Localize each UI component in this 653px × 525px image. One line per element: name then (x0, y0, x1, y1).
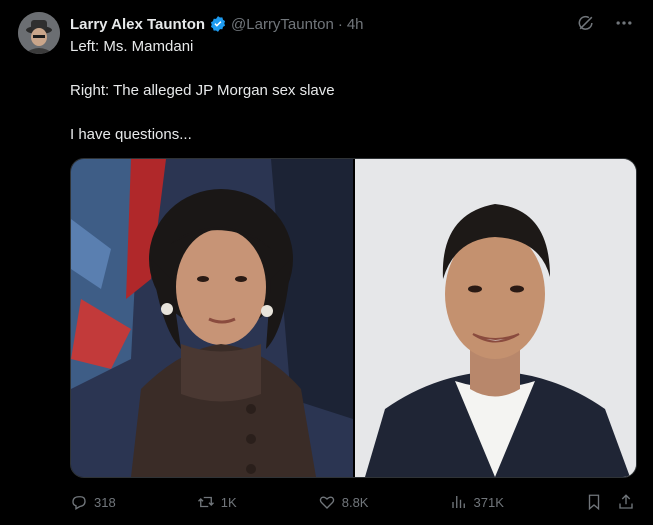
post-header: Larry Alex Taunton @LarryTaunton · 4h (70, 13, 364, 35)
post-text-line: Right: The alleged JP Morgan sex slave (70, 82, 335, 99)
secondary-actions (585, 493, 635, 511)
avatar-image (18, 12, 60, 54)
media-image-left[interactable] (71, 159, 353, 477)
author-avatar[interactable] (18, 12, 60, 54)
bookmark-button[interactable] (585, 493, 603, 511)
right-photo (355, 159, 636, 477)
repost-count: 1K (220, 494, 237, 510)
like-count: 8.8K (341, 494, 369, 510)
post-text: Left: Ms. Mamdani Right: The alleged JP … (70, 36, 630, 146)
repost-icon (197, 496, 214, 508)
author-name[interactable]: Larry Alex Taunton (70, 16, 205, 33)
post-text-line: I have questions... (70, 126, 192, 143)
repost-button[interactable]: 1K (197, 493, 237, 511)
heart-icon (319, 496, 334, 509)
left-photo (71, 159, 353, 477)
verified-badge-icon[interactable] (209, 15, 227, 33)
top-icons (575, 12, 635, 34)
share-button[interactable] (617, 493, 635, 511)
like-button[interactable]: 8.8K (318, 493, 369, 511)
views-count: 371K (473, 494, 504, 510)
media-image-right[interactable] (355, 159, 636, 477)
views-icon (451, 496, 465, 508)
grok-icon[interactable] (575, 12, 597, 34)
post-text-line: Left: Ms. Mamdani (70, 38, 194, 55)
reply-button[interactable]: 318 (70, 493, 116, 511)
post-time[interactable]: 4h (347, 16, 364, 33)
views-button[interactable]: 371K (450, 493, 504, 511)
action-bar: 318 1K 8.8K 371K (70, 490, 635, 514)
share-icon (619, 494, 633, 509)
post-media[interactable] (70, 158, 637, 478)
reply-count: 318 (94, 494, 116, 510)
reply-icon (72, 496, 86, 510)
separator-dot: · (337, 15, 343, 33)
more-icon[interactable] (613, 12, 635, 34)
bookmark-icon (588, 494, 600, 511)
author-handle[interactable]: @LarryTaunton (231, 16, 334, 33)
